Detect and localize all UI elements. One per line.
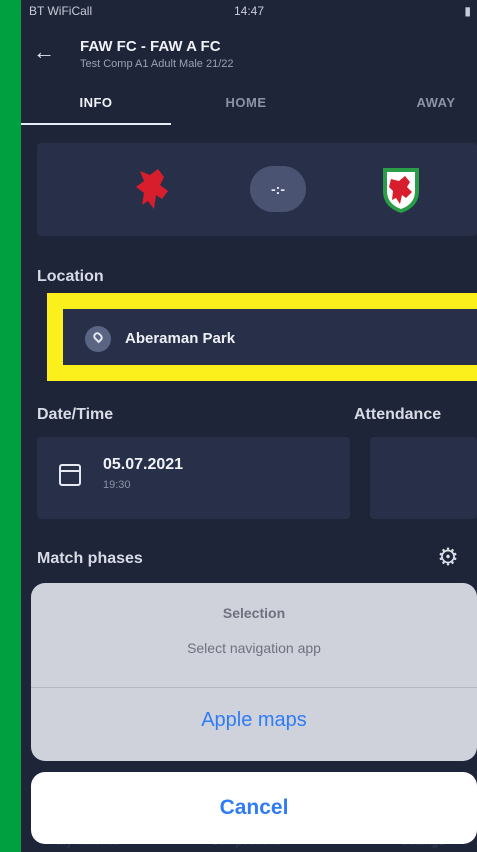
location-value: Aberaman Park (125, 330, 236, 347)
active-tab-indicator (21, 123, 171, 125)
away-team-crest-icon (383, 168, 419, 213)
gear-icon[interactable]: ⚙ (435, 545, 461, 571)
datetime-field[interactable]: 05.07.2021 19:30 (37, 437, 350, 519)
match-time: 19:30 (103, 479, 131, 491)
tab-home[interactable]: HOME (171, 95, 321, 125)
tab-bar: INFO HOME AWAY (21, 95, 477, 125)
tab-away[interactable]: AWAY (361, 95, 477, 125)
match-subtitle: Test Comp A1 Adult Male 21/22 (80, 58, 234, 70)
datetime-label: Date/Time (37, 406, 114, 423)
sheet-subtitle: Select navigation app (187, 640, 321, 656)
clock: 14:47 (233, 4, 265, 18)
location-label: Location (37, 268, 104, 285)
tab-info[interactable]: INFO (21, 95, 171, 125)
home-team-crest-icon (136, 169, 168, 209)
apple-maps-button[interactable]: Apple maps (31, 709, 477, 732)
score-display: -:- (250, 166, 306, 212)
back-arrow-icon[interactable]: ← (33, 40, 57, 64)
attendance-field[interactable] (370, 437, 477, 519)
match-phases-label: Match phases (37, 550, 143, 567)
sheet-title: Selection (222, 605, 286, 621)
sheet-divider (31, 687, 477, 688)
battery-icon: ▮ (464, 4, 471, 18)
action-sheet: Selection Select navigation app Apple ma… (31, 583, 477, 761)
location-pin-icon (85, 326, 111, 352)
cancel-button[interactable]: Cancel (31, 772, 477, 844)
match-title: FAW FC - FAW A FC (80, 38, 221, 55)
header: ← FAW FC - FAW A FC Test Comp A1 Adult M… (21, 30, 477, 76)
status-bar: BT WiFiCall 14:47 ▮ (21, 0, 477, 22)
calendar-icon (59, 464, 81, 486)
match-date: 05.07.2021 (103, 456, 184, 473)
location-field[interactable]: Aberaman Park (63, 309, 477, 365)
teams-card: -:- (37, 143, 477, 236)
attendance-label: Attendance (354, 406, 442, 423)
